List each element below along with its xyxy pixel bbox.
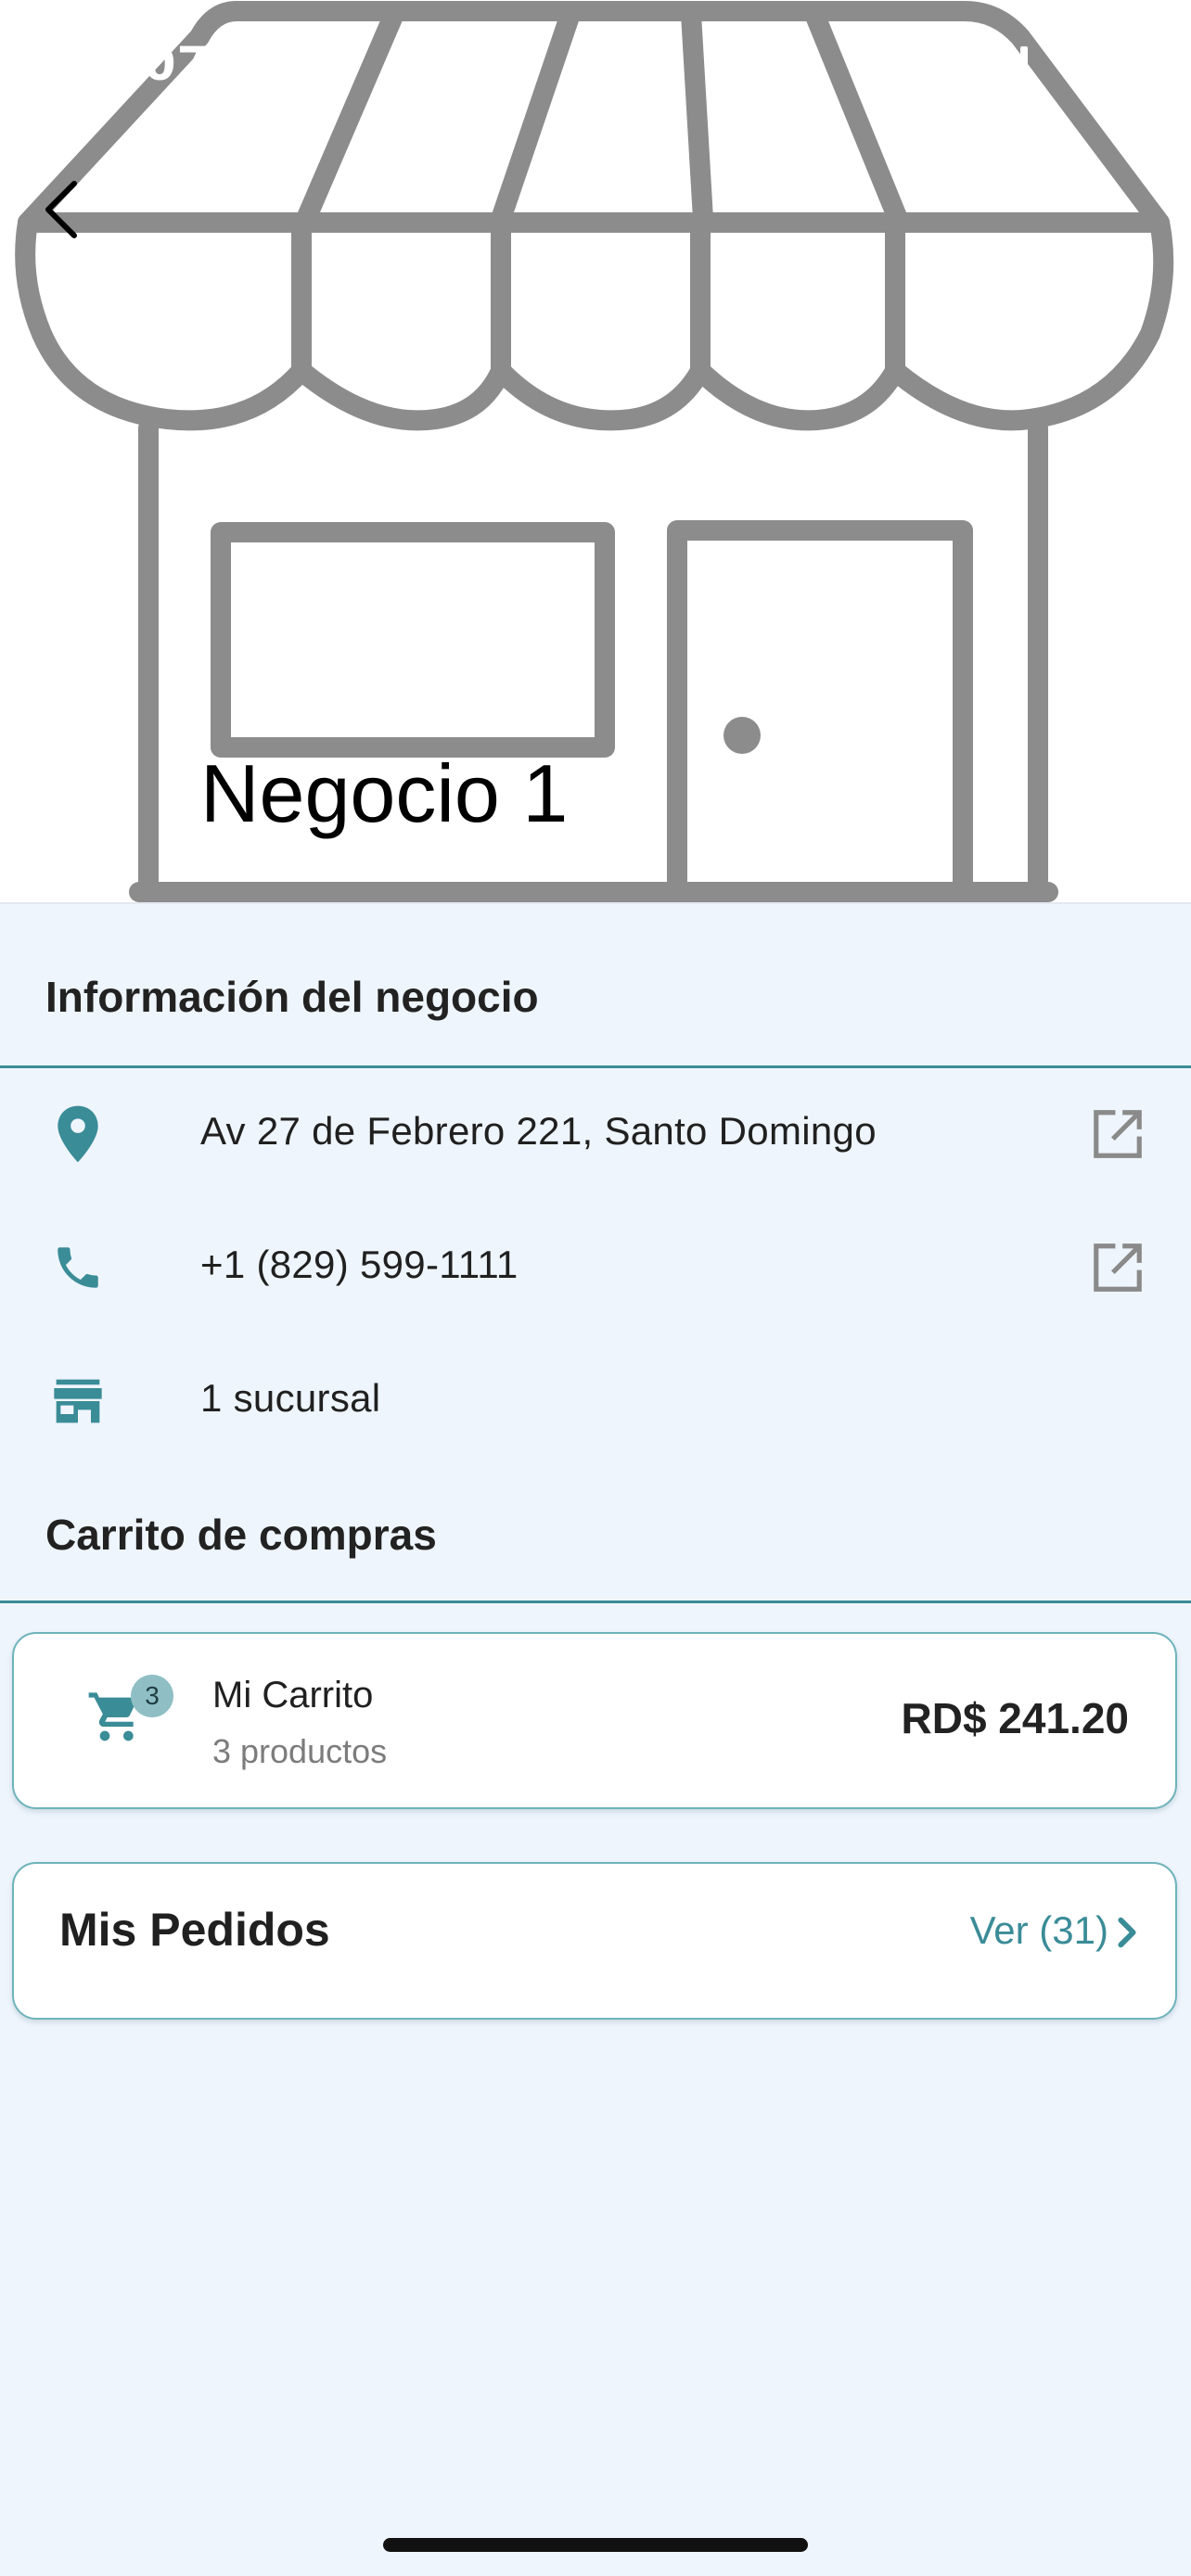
storefront-illustration bbox=[15, 1, 1174, 902]
phone-text: +1 (829) 599-1111 bbox=[200, 1243, 519, 1286]
orders-view-link[interactable]: Ver (31) bbox=[970, 1908, 1108, 1953]
info-section-header: Información del negocio bbox=[0, 902, 1191, 1068]
chevron-right-icon bbox=[1118, 1917, 1136, 1948]
branches-row: 1 sucursal bbox=[0, 1341, 1191, 1461]
status-bar-time: 9:07 bbox=[91, 37, 211, 91]
store-hero: 9:07 Negocio 1 bbox=[0, 0, 1191, 904]
status-bar-icons bbox=[987, 46, 1119, 80]
address-text: Av 27 de Febrero 221, Santo Domingo bbox=[200, 1109, 877, 1153]
open-external-icon[interactable] bbox=[1089, 1105, 1146, 1163]
orders-card[interactable]: Mis Pedidos Ver (31) bbox=[12, 1862, 1177, 2020]
branches-text: 1 sucursal bbox=[200, 1376, 381, 1420]
open-external-icon[interactable] bbox=[1089, 1239, 1146, 1296]
home-indicator bbox=[383, 2538, 808, 2552]
cart-title: Mi Carrito bbox=[212, 1675, 374, 1715]
cart-total: RD$ 241.20 bbox=[901, 1694, 1130, 1742]
phone-row: +1 (829) 599-1111 bbox=[0, 1207, 1191, 1328]
address-row: Av 27 de Febrero 221, Santo Domingo bbox=[0, 1074, 1191, 1194]
cart-count-badge: 3 bbox=[131, 1675, 173, 1717]
cart-section-header: Carrito de compras bbox=[0, 1465, 1191, 1603]
store-name: Negocio 1 bbox=[200, 747, 569, 839]
orders-title: Mis Pedidos bbox=[59, 1904, 330, 1956]
cart-icon-wrapper: 3 bbox=[86, 1675, 173, 1753]
phone-icon bbox=[46, 1235, 109, 1300]
back-arrow-icon bbox=[45, 181, 77, 238]
back-button[interactable] bbox=[33, 172, 89, 247]
cart-section-title: Carrito de compras bbox=[45, 1511, 437, 1559]
cart-product-count: 3 productos bbox=[212, 1732, 388, 1770]
cart-card[interactable]: 3 Mi Carrito 3 productos RD$ 241.20 bbox=[12, 1632, 1177, 1809]
info-section-title: Información del negocio bbox=[45, 973, 539, 1021]
location-pin-icon bbox=[46, 1102, 109, 1167]
storefront-icon bbox=[46, 1369, 109, 1434]
